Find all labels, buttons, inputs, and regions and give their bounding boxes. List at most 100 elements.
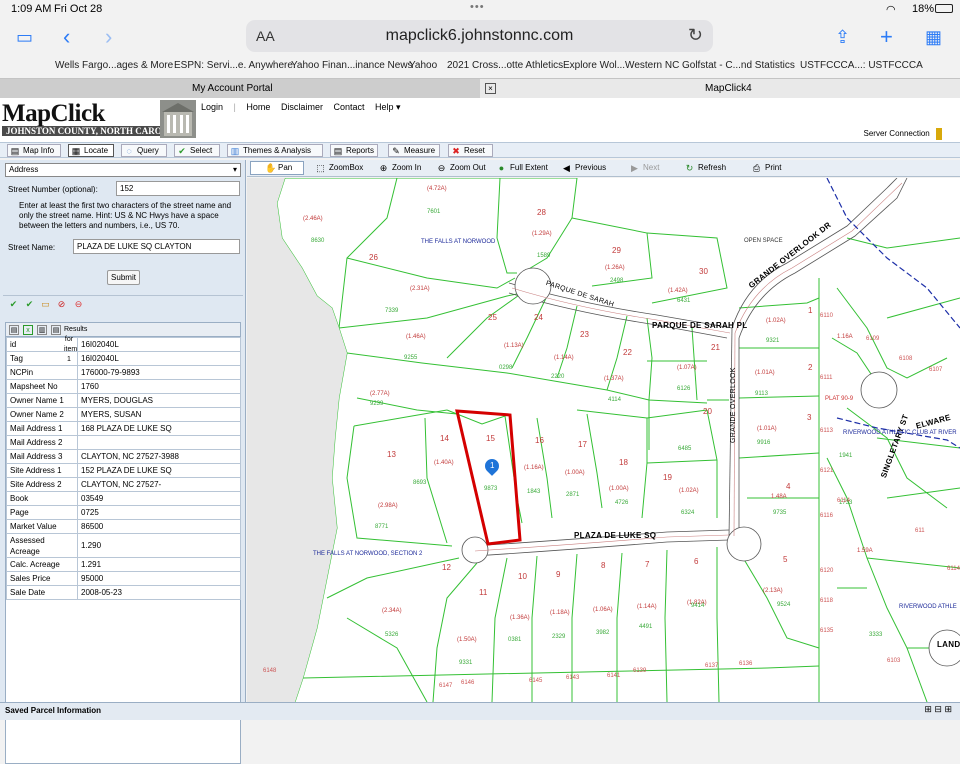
menu-home[interactable]: Home bbox=[246, 102, 270, 112]
lot-number: 28 bbox=[537, 208, 546, 217]
sidebar-icon[interactable]: ▭ bbox=[16, 24, 33, 50]
button-label: Themes & Analysis bbox=[243, 146, 312, 155]
lot-number: 20 bbox=[703, 407, 712, 416]
server-connection: Server Connection bbox=[864, 128, 942, 140]
table-row: Book 03549 bbox=[6, 491, 241, 506]
courthouse-image bbox=[160, 100, 196, 138]
bookmark-item[interactable]: Yahoo Finan...inance News bbox=[291, 60, 413, 71]
attribute-value: 16I02040L bbox=[77, 337, 241, 352]
zoombox-button[interactable]: ⬚ ZoomBox bbox=[315, 162, 363, 174]
reports-button[interactable]: ▤ Reports bbox=[330, 144, 378, 157]
new-tab-icon[interactable]: + bbox=[880, 24, 893, 50]
excel-icon[interactable]: x bbox=[23, 325, 33, 335]
refresh-button[interactable]: ↻ Refresh bbox=[684, 162, 726, 174]
locate-icon: ▦ bbox=[71, 146, 81, 156]
folder-icon[interactable]: ▭ bbox=[40, 299, 51, 310]
refresh-icon: ↻ bbox=[685, 163, 694, 173]
parcel-lines bbox=[247, 178, 960, 702]
house-number: 6137 bbox=[705, 663, 719, 669]
lot-number: 17 bbox=[578, 440, 587, 449]
parcel-pin: 9239 bbox=[370, 401, 384, 407]
bookmark-item[interactable]: USTFCCCA...: USTFCCCA bbox=[800, 60, 923, 71]
back-icon[interactable]: ‹ bbox=[63, 24, 70, 50]
lot-number: 12 bbox=[442, 563, 451, 572]
url-text[interactable]: mapclick6.johnstonnc.com bbox=[246, 27, 713, 45]
button-label: Print bbox=[765, 163, 782, 172]
tabs-overview-icon[interactable]: ▦ bbox=[925, 24, 942, 50]
bookmark-item[interactable]: Golfstat - C...nd Statistics bbox=[682, 60, 795, 71]
lot-acreage: (1.00A) bbox=[565, 470, 585, 476]
delete-icon[interactable]: ⊖ bbox=[73, 299, 84, 310]
check-multiple-icon[interactable]: ✔ bbox=[24, 299, 35, 310]
bookmark-item[interactable]: Explore Wol...Western NC bbox=[563, 60, 679, 71]
house-number: 611 bbox=[915, 528, 925, 534]
locate-button[interactable]: ▦ Locate bbox=[68, 144, 114, 157]
street-name-input[interactable]: PLAZA DE LUKE SQ CLAYTON bbox=[73, 239, 240, 254]
share-icon[interactable]: ⇪ bbox=[835, 24, 850, 50]
table-row: Mail Address 3 CLAYTON, NC 27527-3988 bbox=[6, 449, 241, 464]
reload-icon[interactable]: ↻ bbox=[688, 25, 703, 46]
query-button[interactable]: ◌ Query bbox=[121, 144, 167, 157]
lot-acreage: (1.36A) bbox=[510, 615, 530, 621]
lot-number: 8 bbox=[601, 561, 606, 570]
house-number: 6107 bbox=[929, 367, 943, 373]
address-bar[interactable]: AA mapclick6.johnstonnc.com ↻ bbox=[246, 20, 713, 52]
menu-contact[interactable]: Contact bbox=[333, 102, 364, 112]
map-info-button[interactable]: ▤ Map Info bbox=[7, 144, 61, 157]
table-row: NCPin 176000-79-9893 bbox=[6, 365, 241, 380]
tab-my-account[interactable]: My Account Portal bbox=[0, 79, 480, 98]
zoom-out-button[interactable]: ⊖ Zoom Out bbox=[436, 162, 486, 174]
zoom-in-button[interactable]: ⊕ Zoom In bbox=[378, 162, 422, 174]
table-row: Sales Price 95000 bbox=[6, 571, 241, 586]
reset-button[interactable]: ✖ Reset bbox=[448, 144, 493, 157]
check-icon[interactable]: ✔ bbox=[8, 299, 19, 310]
lot-acreage: (2.98A) bbox=[378, 503, 398, 509]
forward-icon[interactable]: › bbox=[105, 24, 112, 50]
no-entry-icon[interactable]: ⊘ bbox=[56, 299, 67, 310]
attribute-name: Owner Name 2 bbox=[6, 407, 78, 422]
print-button[interactable]: ⎙ Print bbox=[751, 162, 782, 174]
next-button[interactable]: ▶ Next bbox=[629, 162, 659, 174]
pan-button[interactable]: ✋ Pan bbox=[250, 161, 304, 175]
lot-acreage: (2.34A) bbox=[382, 608, 402, 614]
parcel-map[interactable]: 28 29 30 26 25 24 23 22 21 20 3 2 1 14 15 16 17 18 19 13 12 1… bbox=[247, 178, 960, 702]
lot-acreage: (1.06A) bbox=[593, 607, 613, 613]
clock: 1:09 AM bbox=[11, 3, 52, 15]
report-icon[interactable]: ▤ bbox=[51, 325, 61, 335]
button-label: Zoom In bbox=[392, 163, 422, 172]
print-icon[interactable]: ▥ bbox=[37, 325, 47, 335]
bookmark-item[interactable]: Wells Fargo...ages & More bbox=[55, 60, 173, 71]
full-extent-button[interactable]: ● Full Extent bbox=[496, 162, 548, 174]
select-button[interactable]: ✔ Select bbox=[174, 144, 220, 157]
parcel-pin: 0381 bbox=[508, 637, 522, 643]
lot-number: 6 bbox=[694, 557, 699, 566]
expand-collapse-icons[interactable]: ⊞ ⊟ ⊞ bbox=[924, 704, 952, 715]
lot-number: 23 bbox=[580, 330, 589, 339]
bookmark-item[interactable]: 2021 Cross...otte Athletics bbox=[447, 60, 563, 71]
submit-button[interactable]: Submit bbox=[107, 270, 140, 285]
table-row: Mail Address 1 168 PLAZA DE LUKE SQ bbox=[6, 421, 241, 436]
bookmark-item[interactable]: Yahoo bbox=[409, 60, 437, 71]
house-number: 6141 bbox=[607, 673, 621, 679]
close-tab-icon[interactable]: × bbox=[485, 83, 496, 94]
subdivision-label: RIVERWOOD ATHLE bbox=[899, 604, 957, 610]
table-row: Sale Date 2008-05-23 bbox=[6, 585, 241, 600]
lot-acreage: (4.72A) bbox=[427, 186, 447, 192]
tab-mapclick[interactable]: × MapClick4 bbox=[480, 79, 960, 98]
previous-icon: ◀ bbox=[563, 163, 570, 173]
lot-number: 22 bbox=[623, 348, 632, 357]
house-number: 6120 bbox=[820, 568, 834, 574]
lot-acreage: (1.37A) bbox=[604, 376, 624, 382]
bookmark-item[interactable]: ESPN: Servi...e. Anywhere. bbox=[174, 60, 296, 71]
search-type-select[interactable]: Address ▾ bbox=[5, 163, 241, 177]
ruler-icon: ✎ bbox=[392, 146, 400, 156]
menu-disclaimer[interactable]: Disclaimer bbox=[281, 102, 323, 112]
previous-button[interactable]: ◀ Previous bbox=[561, 162, 606, 174]
themes-analysis-button[interactable]: ▥ Themes & Analysis bbox=[227, 144, 323, 157]
street-number-input[interactable]: 152 bbox=[116, 181, 240, 196]
attribute-value: 0725 bbox=[77, 505, 241, 520]
menu-login[interactable]: Login bbox=[201, 102, 223, 112]
export-icon[interactable]: ▤ bbox=[9, 325, 19, 335]
menu-help[interactable]: Help ▾ bbox=[375, 102, 401, 112]
measure-button[interactable]: ✎ Measure bbox=[388, 144, 440, 157]
